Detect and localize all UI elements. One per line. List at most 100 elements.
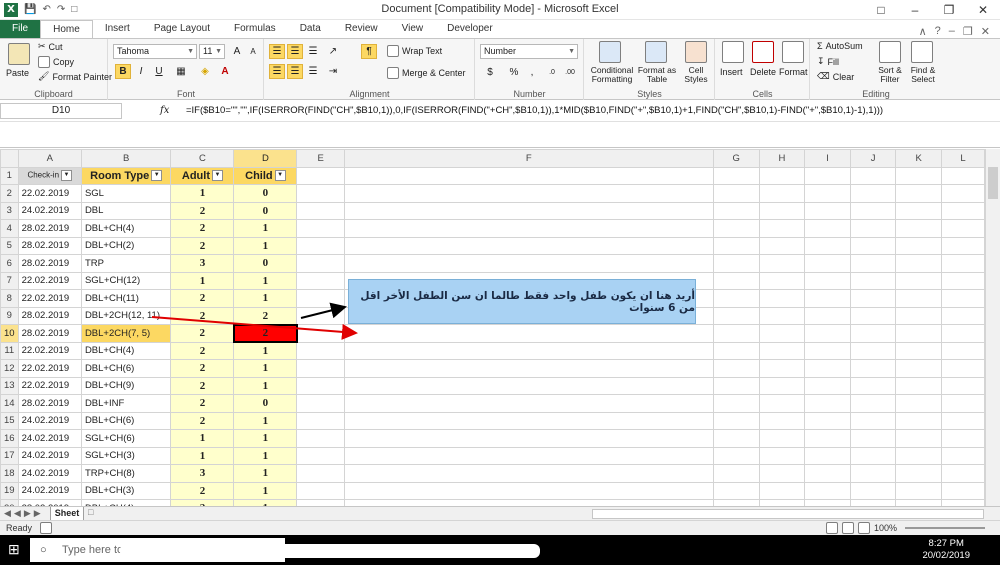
col-header-c[interactable]: C — [170, 149, 235, 168]
filter-dropdown-icon[interactable]: ▼ — [212, 170, 223, 182]
cell[interactable] — [804, 481, 851, 500]
adult-cell[interactable]: 3 — [170, 464, 235, 483]
cell[interactable] — [343, 254, 714, 273]
cell[interactable] — [941, 464, 985, 483]
cell[interactable] — [941, 306, 985, 325]
room-type-cell[interactable]: DBL+CH(3) — [80, 481, 172, 500]
format-cells-icon[interactable] — [782, 41, 804, 63]
cell[interactable] — [712, 271, 760, 290]
tab-developer[interactable]: Developer — [435, 20, 505, 38]
fill-button[interactable]: ↧ Fill — [817, 56, 839, 67]
cell[interactable] — [712, 376, 760, 395]
cell[interactable] — [343, 411, 714, 430]
row-header[interactable]: 8 — [0, 289, 19, 308]
row-header[interactable]: 5 — [0, 236, 19, 255]
room-type-cell[interactable]: DBL+2CH(12, 11) — [80, 306, 172, 325]
row-header[interactable]: 19 — [0, 481, 19, 500]
cell[interactable] — [895, 359, 943, 378]
adult-cell[interactable]: 2 — [170, 324, 235, 343]
child-cell[interactable]: 0 — [233, 254, 298, 273]
cell[interactable] — [804, 359, 851, 378]
clear-button[interactable]: ⌫ Clear — [817, 71, 854, 82]
undo-icon[interactable]: ↶ — [42, 4, 50, 15]
adult-cell[interactable]: 2 — [170, 341, 235, 360]
cell[interactable] — [712, 464, 760, 483]
child-cell[interactable]: 1 — [233, 376, 298, 395]
room-type-cell[interactable]: DBL+CH(2) — [80, 236, 172, 255]
child-cell[interactable]: 2 — [233, 306, 298, 325]
cell[interactable] — [849, 464, 897, 483]
align-center-icon[interactable]: ☰ — [287, 64, 303, 79]
cell[interactable] — [895, 184, 943, 203]
decrease-decimal-icon[interactable]: .00 — [562, 65, 578, 80]
taskbar-clock[interactable]: 8:27 PM 20/02/2019 — [922, 538, 970, 562]
child-cell[interactable]: 1 — [233, 289, 298, 308]
row-header[interactable]: 3 — [0, 201, 19, 220]
cell[interactable] — [804, 324, 851, 343]
row-header[interactable]: 16 — [0, 429, 19, 448]
cell[interactable] — [895, 271, 943, 290]
sheet-nav-arrows-icon[interactable]: ◀◀▶▶ — [4, 508, 44, 519]
tab-formulas[interactable]: Formulas — [222, 20, 288, 38]
adult-cell[interactable]: 2 — [170, 306, 235, 325]
cell[interactable] — [343, 219, 714, 238]
wrap-text-button[interactable]: Wrap Text — [387, 45, 442, 57]
col-header-i[interactable]: I — [804, 149, 851, 168]
cell[interactable] — [895, 236, 943, 255]
cell[interactable] — [895, 219, 943, 238]
cell[interactable] — [849, 166, 897, 185]
checkin-cell[interactable]: 22.02.2019 — [17, 341, 82, 360]
row-header[interactable]: 9 — [0, 306, 19, 325]
cell[interactable] — [941, 201, 985, 220]
cell[interactable] — [804, 219, 851, 238]
cell[interactable] — [712, 219, 760, 238]
cell[interactable] — [895, 289, 943, 308]
cell[interactable] — [849, 219, 897, 238]
cell[interactable] — [712, 341, 760, 360]
cell[interactable] — [758, 359, 806, 378]
cell[interactable] — [758, 341, 806, 360]
macro-record-icon[interactable] — [40, 522, 52, 534]
cell[interactable] — [804, 341, 851, 360]
paste-icon[interactable] — [8, 43, 30, 65]
cell[interactable] — [712, 289, 760, 308]
cell[interactable] — [758, 411, 806, 430]
cell[interactable] — [758, 429, 806, 448]
doc-minimize-icon[interactable]: – — [949, 25, 955, 38]
new-doc-icon[interactable]: □ — [71, 4, 77, 15]
cell[interactable] — [804, 201, 851, 220]
cell[interactable] — [941, 289, 985, 308]
adult-cell[interactable]: 2 — [170, 394, 235, 413]
cell[interactable] — [849, 306, 897, 325]
cell[interactable] — [804, 289, 851, 308]
tab-data[interactable]: Data — [288, 20, 333, 38]
cell[interactable] — [941, 219, 985, 238]
help-icon[interactable]: ? — [935, 25, 941, 38]
cell-styles-icon[interactable] — [685, 41, 707, 63]
checkin-cell[interactable]: 28.02.2019 — [17, 394, 82, 413]
col-header-f[interactable]: F — [343, 149, 714, 168]
close-button[interactable]: ✕ — [966, 0, 1000, 20]
cell[interactable] — [941, 394, 985, 413]
delete-cells-icon[interactable] — [752, 41, 774, 63]
number-format-select[interactable]: Number ▼ — [480, 44, 578, 59]
cell[interactable] — [296, 411, 345, 430]
format-table-icon[interactable] — [645, 41, 667, 63]
room-type-cell[interactable]: DBL+CH(11) — [80, 289, 172, 308]
cell[interactable] — [895, 429, 943, 448]
page-layout-view-icon[interactable] — [842, 522, 854, 534]
fill-color-icon[interactable]: ◈ — [197, 64, 213, 79]
cell[interactable] — [712, 306, 760, 325]
normal-view-icon[interactable] — [826, 522, 838, 534]
child-cell[interactable]: 1 — [233, 359, 298, 378]
cell[interactable] — [804, 166, 851, 185]
tab-insert[interactable]: Insert — [93, 20, 142, 38]
child-cell[interactable]: 1 — [233, 464, 298, 483]
cell[interactable] — [941, 254, 985, 273]
cell[interactable] — [343, 464, 714, 483]
cell[interactable] — [343, 446, 714, 465]
cell[interactable] — [296, 359, 345, 378]
col-header-d[interactable]: D — [233, 149, 298, 168]
row-header[interactable]: 17 — [0, 446, 19, 465]
cell[interactable] — [804, 184, 851, 203]
